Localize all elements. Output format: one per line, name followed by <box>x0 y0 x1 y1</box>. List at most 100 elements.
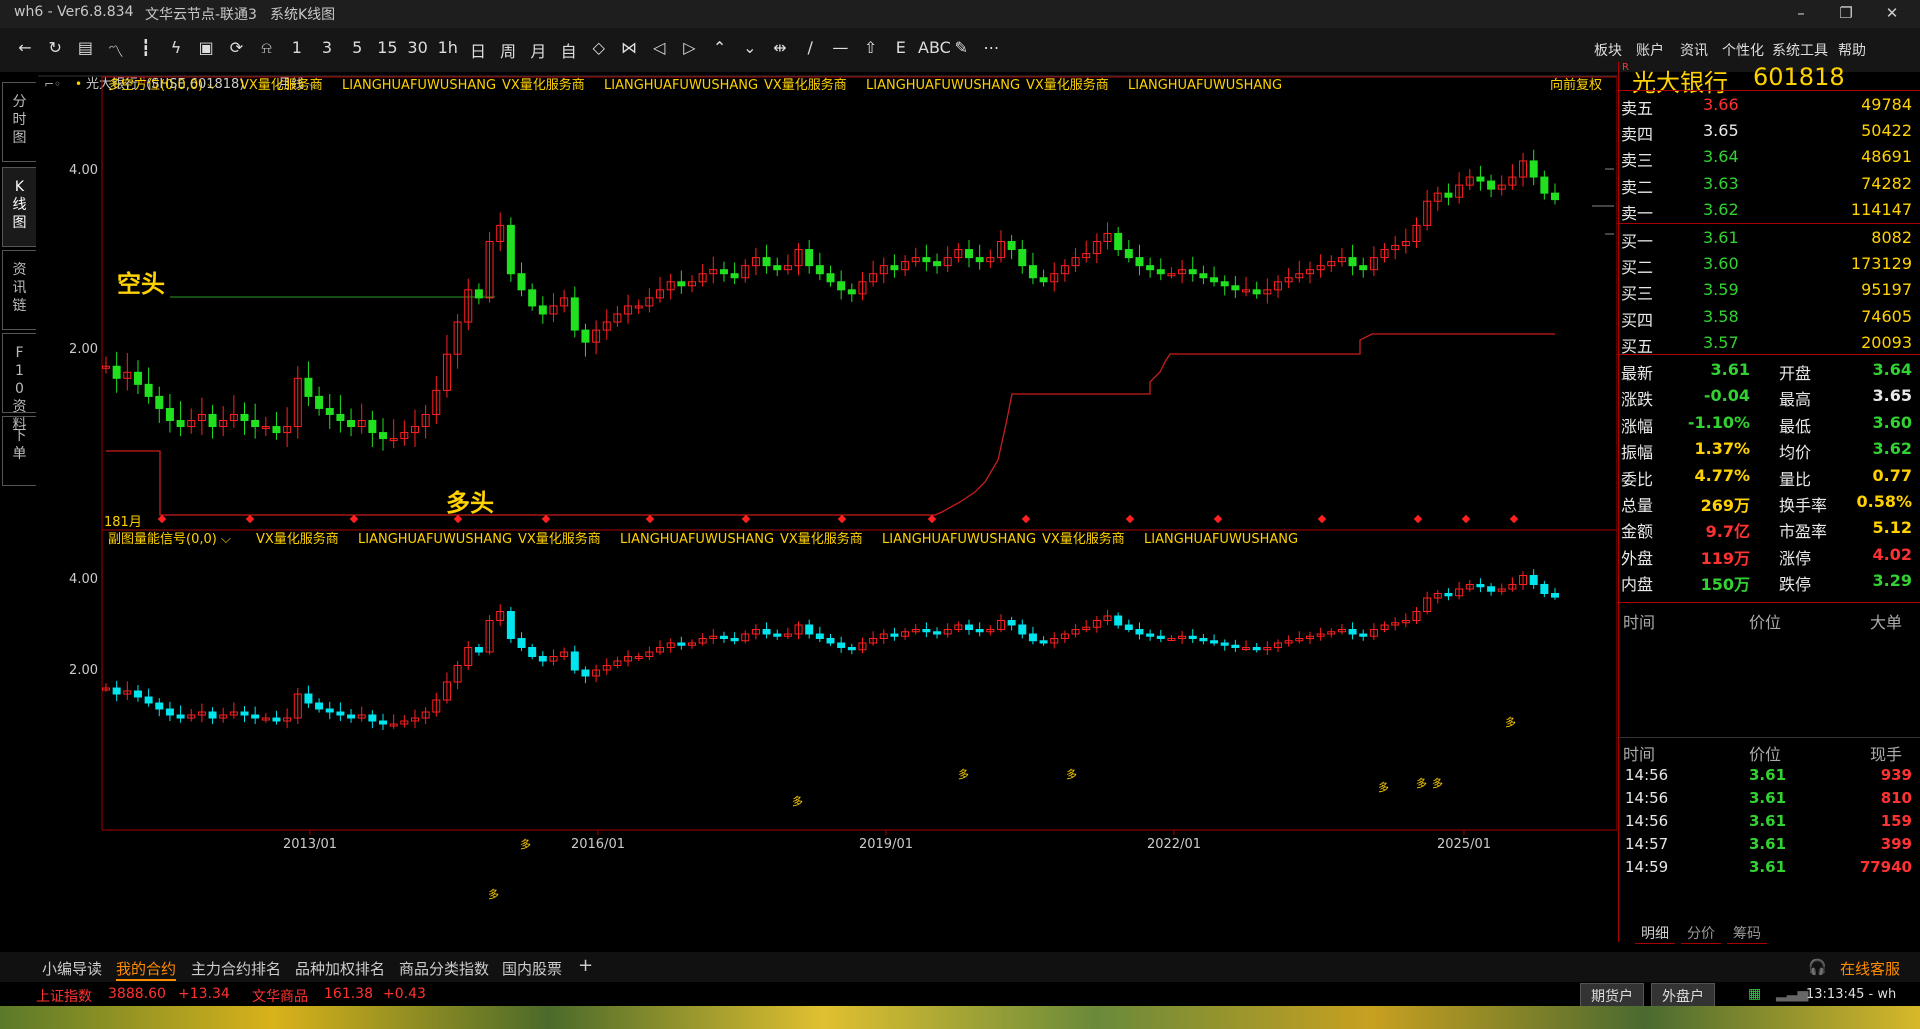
tool-button[interactable]: ▤ <box>72 38 98 57</box>
tool-button[interactable]: ◇ <box>586 38 612 57</box>
book-price: 3.66 <box>1703 95 1739 114</box>
tool-button[interactable]: ⇧ <box>858 38 884 57</box>
tool-button[interactable]: 日 <box>465 38 491 62</box>
bottom-tab[interactable]: 商品分类指数 <box>399 958 489 979</box>
tool-button[interactable]: 5 <box>344 38 370 57</box>
x-axis: 2013/01 2016/01 2019/01 2022/01 2025/01 <box>283 830 1491 852</box>
tool-button[interactable]: ▷ <box>676 38 702 57</box>
candle-body <box>474 289 483 299</box>
tool-button[interactable]: ◁ <box>646 38 672 57</box>
online-service[interactable]: 在线客服 <box>1840 958 1900 979</box>
volume-signal: 多 <box>1432 776 1443 790</box>
tool-button[interactable]: ϟ <box>163 38 189 57</box>
stat-label: 量比 <box>1779 469 1812 489</box>
quote-tab[interactable]: 明细 <box>1635 923 1675 944</box>
sub-candle-body <box>347 714 356 719</box>
tool-button[interactable]: ⍾ <box>254 38 280 58</box>
main-indicator-label[interactable]: 多空方位(0,0,0) ⌵ <box>108 77 217 93</box>
tool-button[interactable]: 30 <box>405 38 431 57</box>
sub-candle-body <box>1551 593 1559 598</box>
tool-button[interactable]: 月 <box>525 38 551 62</box>
quote-tab[interactable]: 筹码 <box>1727 923 1767 944</box>
sub-y-tick: 4.00 <box>69 572 98 587</box>
signal-diamond <box>157 514 167 524</box>
quote-tab[interactable]: 分价 <box>1681 923 1721 944</box>
adjust-label[interactable]: 向前复权 <box>1550 77 1602 93</box>
bottom-tab[interactable]: 我的合约 <box>116 958 177 981</box>
stat-label: 最新 <box>1621 364 1654 383</box>
sub-candle-body <box>1210 640 1219 644</box>
menu-item[interactable]: 板块 <box>1594 40 1622 60</box>
candle-body <box>304 377 313 397</box>
stat-label: 最高 <box>1779 390 1812 410</box>
tool-button[interactable]: — <box>827 38 853 57</box>
tool-button[interactable]: 1h <box>435 38 461 57</box>
signal-diamond <box>1461 514 1471 524</box>
tool-button[interactable]: Ε <box>888 38 914 57</box>
tool-button[interactable]: ⟳ <box>223 38 249 57</box>
network-icon: ▦ <box>1748 986 1762 1002</box>
kline-chart[interactable]: ⌐◦ • 光大银行 R (SHSE 601818) 月线 ⌵ 多空方位(0,0,… <box>0 72 1617 952</box>
candle-body <box>517 273 526 291</box>
candle-body <box>325 407 334 415</box>
sub-candle-body <box>1028 633 1037 642</box>
lh-label: LIANGHUAFUWUSHANG <box>1144 532 1298 547</box>
book-volume: 74605 <box>1861 306 1912 326</box>
add-tab-button[interactable]: + <box>578 955 593 976</box>
menu-item[interactable]: 账户 <box>1636 40 1664 60</box>
close-icon[interactable]: ✕ <box>1882 4 1902 22</box>
tool-button[interactable]: 周 <box>495 38 521 62</box>
book-volume: 20093 <box>1861 332 1912 352</box>
lh-label: LIANGHUAFUWUSHANG <box>866 78 1020 93</box>
tool-button[interactable]: ↻ <box>42 38 68 57</box>
tool-button[interactable]: 15 <box>374 38 400 57</box>
tool-button[interactable]: ✎ <box>948 38 974 57</box>
main-panel-border <box>101 76 1617 531</box>
sub-candle-body <box>517 638 526 648</box>
tool-button[interactable]: ┇ <box>133 38 159 57</box>
bottom-tab[interactable]: 主力合约排名 <box>191 958 281 979</box>
lh-label: LIANGHUAFUWUSHANG <box>882 532 1036 547</box>
sub-candle-body <box>155 702 164 710</box>
tool-button[interactable]: ABC <box>918 38 951 57</box>
candle-body <box>208 413 217 428</box>
tool-button[interactable]: ⋯ <box>978 38 1004 57</box>
candle-body <box>165 407 174 422</box>
tool-button[interactable]: 〽 <box>103 38 129 62</box>
tool-button[interactable]: ⋈ <box>616 38 642 57</box>
menu-item[interactable]: 帮助 <box>1838 40 1866 60</box>
stat-label: 换手率 <box>1779 496 1828 515</box>
x-tick: 2013/01 <box>283 837 337 852</box>
candle-body <box>890 265 899 271</box>
tool-button[interactable]: 3 <box>314 38 340 57</box>
sub-candle-body <box>240 711 249 716</box>
bottom-tab[interactable]: 品种加权排名 <box>295 958 385 979</box>
headset-icon[interactable]: 🎧 <box>1808 958 1827 976</box>
menu-item[interactable]: 资讯 <box>1680 40 1708 60</box>
minimize-icon[interactable]: – <box>1791 4 1811 22</box>
candle-body <box>933 261 942 267</box>
support-line <box>106 333 1555 516</box>
tool-button[interactable]: 自 <box>556 38 582 62</box>
candle-body <box>379 432 388 440</box>
tool-button[interactable]: ⇹ <box>767 38 793 57</box>
menu-item[interactable]: 个性化 <box>1722 40 1764 60</box>
tool-button[interactable]: ▣ <box>193 38 219 57</box>
book-row: 买一 3.61 8082 <box>1617 225 1920 251</box>
tool-button[interactable]: ⌃ <box>707 38 733 57</box>
book-price: 3.61 <box>1703 228 1739 247</box>
book-price: 3.57 <box>1703 332 1739 352</box>
tool-button[interactable]: ⌄ <box>737 38 763 57</box>
tool-button[interactable]: ∕ <box>797 38 823 57</box>
tool-button[interactable]: 1 <box>284 38 310 57</box>
tool-button[interactable]: ← <box>12 38 38 57</box>
stat-label: 涨跌 <box>1621 390 1654 410</box>
bottom-tab[interactable]: 小编导读 <box>42 958 102 979</box>
menu-item[interactable]: 系统工具 <box>1772 40 1828 60</box>
sub-indicator-label[interactable]: 副图量能信号(0,0) ⌵ <box>108 532 231 547</box>
restore-icon[interactable]: ❐ <box>1836 4 1856 22</box>
stat-label: 委比 <box>1621 469 1654 489</box>
chart-menu-icon[interactable]: ⌐◦ <box>44 77 61 91</box>
sub-candle-body <box>1156 635 1165 639</box>
bottom-tab[interactable]: 国内股票 <box>502 958 562 979</box>
